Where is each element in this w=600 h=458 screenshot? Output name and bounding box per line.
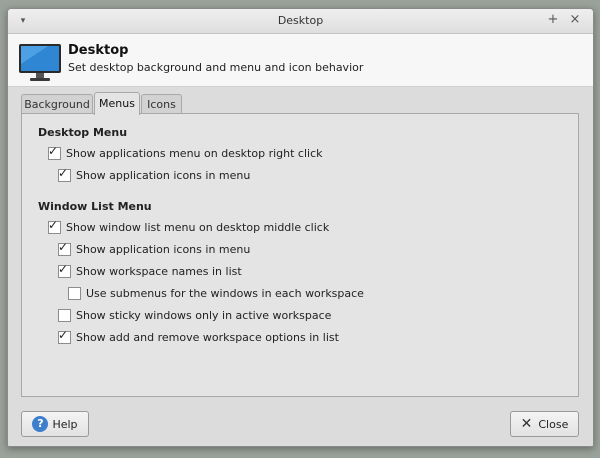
checkbox-box[interactable]: ✓ [58, 239, 71, 256]
checkbox-box[interactable]: ✓ [48, 143, 61, 160]
checkbox-box[interactable]: ✓ [58, 165, 71, 182]
header-title: Desktop [68, 43, 129, 58]
tab-icons[interactable]: Icons [141, 94, 182, 114]
checkbox-box[interactable] [68, 286, 81, 300]
checkbox-label: Show application icons in menu [76, 242, 251, 256]
checkbox-label: Show add and remove workspace options in… [76, 330, 339, 344]
close-window-icon[interactable]: × [568, 13, 582, 27]
tab-background[interactable]: Background [21, 94, 93, 114]
checkbox-label: Show applications menu on desktop right … [66, 146, 323, 160]
help-button-label: Help [52, 417, 78, 431]
close-button-label: Close [538, 417, 569, 431]
show-workspace-names-checkbox[interactable]: ✓ Show workspace names in list [58, 261, 242, 278]
tab-menus[interactable]: Menus [94, 92, 140, 115]
help-button[interactable]: ? Help [21, 411, 89, 437]
header-subtitle: Set desktop background and menu and icon… [68, 61, 364, 74]
show-app-icons-checkbox[interactable]: ✓ Show application icons in menu [58, 165, 251, 182]
checkmark-icon: ✓ [48, 217, 59, 232]
desktop-menu-heading: Desktop Menu [38, 126, 128, 139]
close-icon: ✕ [520, 416, 533, 432]
show-window-app-icons-checkbox[interactable]: ✓ Show application icons in menu [58, 239, 251, 256]
checkmark-icon: ✓ [58, 239, 69, 254]
settings-window: ▾ Desktop + × Desktop Set desktop backgr… [7, 8, 594, 447]
checkbox-label: Show workspace names in list [76, 264, 242, 278]
help-icon: ? [32, 416, 49, 432]
window-title: Desktop [277, 14, 324, 27]
checkmark-icon: ✓ [48, 143, 59, 158]
sticky-windows-checkbox[interactable]: Show sticky windows only in active works… [58, 308, 331, 322]
window-list-menu-heading: Window List Menu [38, 200, 152, 213]
use-submenus-checkbox[interactable]: Use submenus for the windows in each wor… [68, 286, 364, 300]
checkbox-label: Show application icons in menu [76, 168, 251, 182]
checkbox-label: Use submenus for the windows in each wor… [86, 286, 364, 300]
checkbox-label: Show sticky windows only in active works… [76, 308, 332, 322]
show-window-list-checkbox[interactable]: ✓ Show window list menu on desktop middl… [48, 217, 330, 234]
checkbox-box[interactable]: ✓ [48, 217, 61, 234]
menus-panel: Desktop Menu ✓ Show applications menu on… [21, 113, 579, 397]
show-apps-menu-checkbox[interactable]: ✓ Show applications menu on desktop righ… [48, 143, 323, 160]
workspace-options-checkbox[interactable]: ✓ Show add and remove workspace options … [58, 327, 339, 344]
checkmark-icon: ✓ [58, 165, 69, 180]
checkbox-box[interactable] [58, 308, 71, 322]
close-button[interactable]: ✕ Close [510, 411, 579, 437]
titlebar: ▾ Desktop + × [8, 9, 593, 34]
checkbox-label: Show window list menu on desktop middle … [66, 220, 330, 234]
checkmark-icon: ✓ [58, 261, 69, 276]
dialog-header: Desktop Set desktop background and menu … [8, 34, 593, 87]
checkbox-box[interactable]: ✓ [58, 327, 71, 344]
monitor-icon [19, 44, 61, 81]
checkbox-box[interactable]: ✓ [58, 261, 71, 278]
checkmark-icon: ✓ [58, 327, 69, 342]
maximize-icon[interactable]: + [546, 13, 560, 27]
